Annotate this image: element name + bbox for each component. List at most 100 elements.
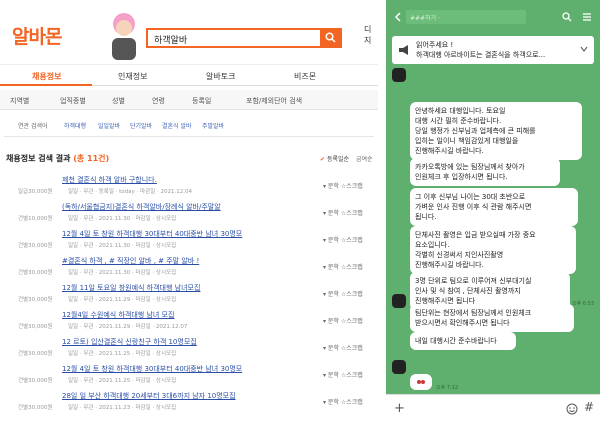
job-title-link[interactable]: 제천 결혼식 하객 알바 구합니다. — [62, 175, 157, 185]
apply-link[interactable]: 문학 — [328, 318, 339, 325]
top-nav-link[interactable]: 디지 — [364, 24, 378, 46]
sort-by-date[interactable]: ✔ 등록일순 — [320, 154, 349, 163]
job-title-link[interactable]: #결혼식 하객 , # 직장인 알바 , # 주말 알바 ! — [62, 256, 199, 266]
filter-industry[interactable]: 업직종별 — [60, 96, 86, 106]
megaphone-icon — [399, 45, 408, 55]
apply-link[interactable]: 문학 — [328, 291, 339, 298]
list-item[interactable]: #결혼식 하객 , # 직장인 알바 , # 주말 알바 ! 건별30,000원… — [0, 256, 378, 283]
job-meta: 일일 · 무관 · 2021.11.29 · 마감일 · 상시모집 — [68, 297, 177, 303]
list-item[interactable]: 12월 4일 토 창원 하객대행 30대부터 40대중반 남녀 30명모 건별3… — [0, 364, 378, 391]
list-item[interactable]: 12 르토) 입산결혼식 신랑친구 하객 10명모집 건별30,000원 일일 … — [0, 337, 378, 364]
emoji-icon[interactable] — [566, 403, 578, 415]
filter-region[interactable]: 지역별 — [10, 96, 29, 106]
scrap-link[interactable]: 스크랩 — [346, 210, 363, 217]
tab-bizmon[interactable]: 비즈몬 — [294, 71, 316, 82]
filter-bar: 지역별 업직종별 성별 연령 등록일 포함/제외단어 검색 — [0, 90, 378, 110]
job-title-link[interactable]: 12월 11일 토요일 창원예식 하객대행 남녀모집 — [62, 283, 200, 293]
filter-date[interactable]: 등록일 — [192, 96, 211, 106]
filter-keyword[interactable]: 포함/제외단어 검색 — [246, 96, 302, 106]
sort-by-pay[interactable]: 금여순 — [356, 154, 373, 163]
row-actions: ▾ 문학 ☆스크랩 — [323, 345, 363, 352]
apply-link[interactable]: 문학 — [328, 210, 339, 217]
apply-link[interactable]: 문학 — [328, 264, 339, 271]
row-actions: ▾ 문학 ☆스크랩 — [323, 318, 363, 325]
row-actions: ▾ 문학 ☆스크랩 — [323, 399, 363, 406]
apply-link[interactable]: 문학 — [328, 372, 339, 379]
job-pay: 일급30,000원 — [18, 189, 53, 195]
chat-message: 단체사진 촬영은 입금 받으실때 가장 중요 요소입니다. 각별히 신경써서 지… — [410, 226, 576, 274]
job-meta: 일일 · 무관 · 2021.11.25 · 마감일 · 상시모집 — [68, 351, 177, 357]
related-keyword[interactable]: 주말알바 — [202, 121, 224, 130]
albamon-logo[interactable]: 알바몬 — [12, 22, 62, 49]
scrap-link[interactable]: 스크랩 — [346, 399, 363, 406]
emoticon-icon — [417, 380, 425, 384]
plus-icon[interactable]: + — [394, 401, 405, 416]
job-title-link[interactable]: 28일 일 부산 하객대행 20세부터 3대6까지 남자 10명모집 — [62, 391, 236, 401]
filter-age[interactable]: 연령 — [152, 96, 165, 106]
tab-talent[interactable]: 인재정보 — [118, 71, 147, 82]
row-actions: ▾ 문학 ☆스크랩 — [323, 264, 363, 271]
notice-banner[interactable]: 읽어주세요 ! 하객대행 아르바이트는 결혼식을 하객으로... — [392, 36, 594, 64]
job-title-link[interactable]: 12월 4일 토 창원 하객대행 30대부터 40대중반 남녀 30명모 — [62, 364, 242, 374]
scrap-link[interactable]: 스크랩 — [346, 237, 363, 244]
related-keyword[interactable]: 하객대행 — [64, 121, 86, 130]
row-actions: ▾ 문학 ☆스크랩 — [323, 183, 363, 190]
job-title-link[interactable]: (독하/서울협금지)결혼식 하객알바/장례식 알바/주말알 — [62, 202, 221, 212]
job-pay: 건별30,000원 — [18, 270, 53, 276]
chat-message: 그 이후 신부님 나이는 30대 초반으로 가벼운 인사 진행 이후 식 관람 … — [410, 188, 578, 226]
filter-gender[interactable]: 성별 — [112, 96, 125, 106]
list-item[interactable]: 12월 4일 토 창원 하객대행 30대부터 40대중반 남녀 30명모 건별3… — [0, 229, 378, 256]
scrap-link[interactable]: 스크랩 — [346, 183, 363, 190]
apply-link[interactable]: 문학 — [328, 237, 339, 244]
search-icon[interactable] — [562, 12, 572, 22]
job-pay: 건별30,000원 — [18, 324, 53, 330]
results-count: (총 11건) — [73, 154, 110, 163]
scrap-link[interactable]: 스크랩 — [346, 345, 363, 352]
chat-input-bar[interactable]: + # — [386, 394, 600, 422]
related-keyword[interactable]: 일일알바 — [98, 121, 120, 130]
avatar[interactable] — [392, 360, 406, 374]
list-item[interactable]: 12월4일 수원예식 하객대행 남녀 모집 건별30,000원 일일 · 무관 … — [0, 310, 378, 337]
related-label: 연관 검색어 — [18, 123, 48, 130]
avatar[interactable] — [392, 294, 406, 308]
chat-message: 내일 대행시간 준수바랍니다 — [410, 332, 516, 350]
search-input[interactable]: 하객알바 — [154, 33, 187, 46]
apply-link[interactable]: 문학 — [328, 399, 339, 406]
search-box[interactable]: 하객알바 — [146, 28, 342, 48]
scrap-link[interactable]: 스크랩 — [346, 264, 363, 271]
related-keyword[interactable]: 결혼식 알바 — [162, 121, 192, 130]
job-meta: 일일 · 무관 · 2021.11.30 · 마감일 · 상시모집 — [68, 270, 177, 276]
job-title-link[interactable]: 12월 4일 토 창원 하객대행 30대부터 40대중반 남녀 30명모 — [62, 229, 242, 239]
results-title: 채용정보 검색 결과 (총 11건) — [6, 153, 109, 164]
job-title-link[interactable]: 12 르토) 입산결혼식 신랑친구 하객 10명모집 — [62, 337, 197, 347]
chat-message: 카카오톡방에 있는 팀장님께서 찾아가 인원체크 후 입장하시면 됩니다. — [410, 158, 560, 186]
avatar[interactable] — [392, 68, 406, 82]
notice-title: 읽어주세요 ! — [416, 41, 454, 49]
menu-icon[interactable] — [582, 12, 592, 22]
chat-message: 안녕하세요 대행입니다. 토요일 대행 시간 필히 준수바랍니다. 당일 행정가… — [410, 102, 582, 160]
related-keyword[interactable]: 단기알바 — [130, 121, 152, 130]
list-item[interactable]: 12월 11일 토요일 창원예식 하객대행 남녀모집 건별30,000원 일일 … — [0, 283, 378, 310]
back-arrow-icon[interactable] — [394, 12, 404, 22]
row-actions: ▾ 문학 ☆스크랩 — [323, 291, 363, 298]
list-item[interactable]: (독하/서울협금지)결혼식 하객알바/장례식 알바/주말알 건별10,000원 … — [0, 202, 378, 229]
search-button[interactable] — [320, 28, 342, 48]
apply-link[interactable]: 문학 — [328, 183, 339, 190]
list-item[interactable]: 제천 결혼식 하객 알바 구합니다. 일급30,000원 일일 · 무관 · 등… — [0, 175, 378, 202]
job-pay: 건별30,000원 — [18, 351, 53, 357]
scrap-link[interactable]: 스크랩 — [346, 318, 363, 325]
job-title-link[interactable]: 12월4일 수원예식 하객대행 남녀 모집 — [62, 310, 174, 320]
tab-albatalk[interactable]: 알바토크 — [206, 71, 235, 82]
tab-jobs[interactable]: 채용정보 — [32, 71, 61, 82]
main-tabs: 채용정보 인재정보 알바토크 비즈몬 — [0, 64, 378, 86]
chat-screen: ###하기 · 읽어주세요 ! 하객대행 아르바이트는 결혼식을 하객으로...… — [386, 0, 600, 422]
apply-link[interactable]: 문학 — [328, 345, 339, 352]
sort-primary-label: 등록일순 — [326, 156, 350, 163]
hashtag-icon[interactable]: # — [584, 400, 594, 414]
scrap-link[interactable]: 스크랩 — [346, 291, 363, 298]
list-item[interactable]: 28일 일 부산 하객대행 20세부터 3대6까지 남자 10명모집 건별30,… — [0, 391, 378, 418]
chevron-down-icon[interactable] — [580, 46, 588, 52]
scrap-link[interactable]: 스크랩 — [346, 372, 363, 379]
divider — [4, 136, 374, 137]
job-meta: 일일 · 무관 · 2021.11.23 · 마감일 · 상시모집 — [68, 405, 177, 411]
